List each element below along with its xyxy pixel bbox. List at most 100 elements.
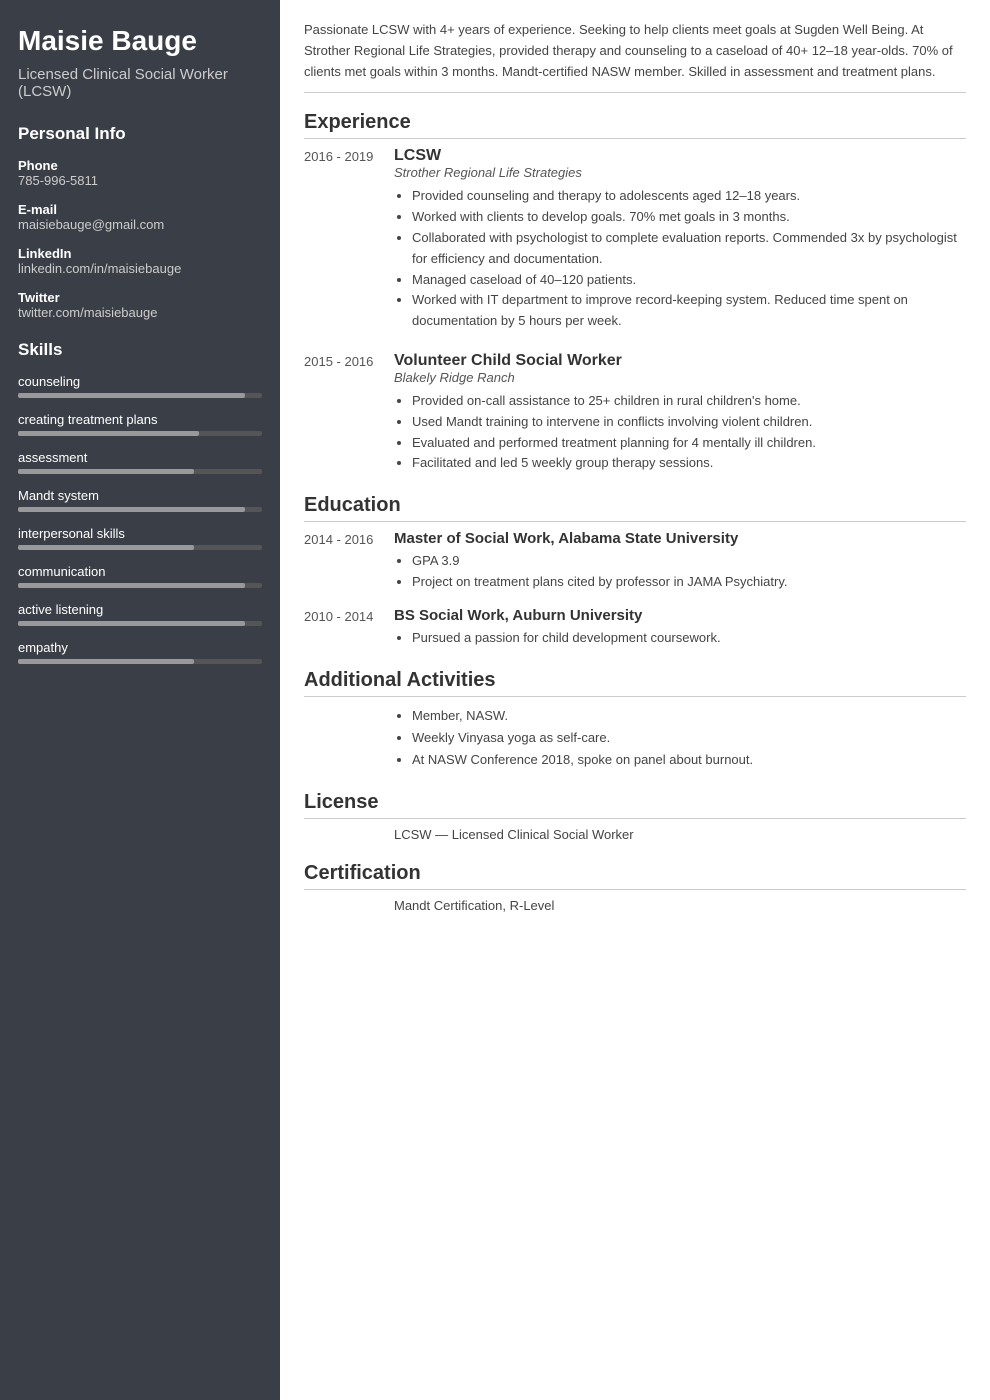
certification-heading: Certification (304, 862, 966, 890)
bullet: Evaluated and performed treatment planni… (412, 433, 966, 454)
skill-item: empathy (18, 640, 262, 664)
skill-name: creating treatment plans (18, 412, 262, 427)
email-value: maisiebauge@gmail.com (18, 217, 262, 232)
education-section: Education 2014 - 2016 Master of Social W… (304, 494, 966, 648)
skill-name: interpersonal skills (18, 526, 262, 541)
personal-info-heading: Personal Info (18, 124, 262, 144)
activity-bullet: At NASW Conference 2018, spoke on panel … (412, 749, 966, 771)
phone-value: 785-996-5811 (18, 173, 262, 188)
skill-bar (18, 583, 262, 588)
skill-name: Mandt system (18, 488, 262, 503)
skill-bar-fill (18, 507, 245, 512)
skill-item: assessment (18, 450, 262, 474)
bullet: Pursued a passion for child development … (412, 628, 966, 649)
license-value: LCSW — Licensed Clinical Social Worker (304, 827, 966, 842)
skill-bar-fill (18, 469, 194, 474)
skill-name: active listening (18, 602, 262, 617)
edu-degree: Master of Social Work, Alabama State Uni… (394, 530, 966, 547)
skill-bar-fill (18, 431, 199, 436)
skill-name: counseling (18, 374, 262, 389)
bullet: Facilitated and led 5 weekly group thera… (412, 453, 966, 474)
exp-dates: 2016 - 2019 (304, 147, 394, 332)
twitter-item: Twitter twitter.com/maisiebauge (18, 290, 262, 320)
education-entry: 2014 - 2016 Master of Social Work, Alaba… (304, 530, 966, 593)
skill-bar (18, 507, 262, 512)
exp-job-title: LCSW (394, 147, 966, 165)
sidebar: Maisie Bauge Licensed Clinical Social Wo… (0, 0, 280, 1400)
skill-bar (18, 659, 262, 664)
education-list: 2014 - 2016 Master of Social Work, Alaba… (304, 530, 966, 648)
skill-bar (18, 545, 262, 550)
skill-item: counseling (18, 374, 262, 398)
skill-bar-fill (18, 621, 245, 626)
skills-list: counseling creating treatment plans asse… (18, 374, 262, 664)
exp-company: Blakely Ridge Ranch (394, 370, 966, 385)
exp-content: LCSW Strother Regional Life Strategies P… (394, 147, 966, 332)
education-heading: Education (304, 494, 966, 522)
skill-bar-fill (18, 659, 194, 664)
linkedin-value: linkedin.com/in/maisiebauge (18, 261, 262, 276)
skill-item: interpersonal skills (18, 526, 262, 550)
certification-value: Mandt Certification, R-Level (304, 898, 966, 913)
exp-dates: 2015 - 2016 (304, 352, 394, 474)
edu-content: BS Social Work, Auburn University Pursue… (394, 607, 966, 649)
skill-item: creating treatment plans (18, 412, 262, 436)
bullet: Collaborated with psychologist to comple… (412, 228, 966, 270)
skill-bar-fill (18, 545, 194, 550)
skill-bar (18, 431, 262, 436)
linkedin-item: LinkedIn linkedin.com/in/maisiebauge (18, 246, 262, 276)
exp-bullets: Provided counseling and therapy to adole… (394, 186, 966, 332)
main-content: Passionate LCSW with 4+ years of experie… (280, 0, 990, 1400)
email-label: E-mail (18, 202, 262, 217)
candidate-name: Maisie Bauge (18, 24, 262, 58)
edu-dates: 2010 - 2014 (304, 607, 394, 649)
bullet: Managed caseload of 40–120 patients. (412, 270, 966, 291)
education-entry: 2010 - 2014 BS Social Work, Auburn Unive… (304, 607, 966, 649)
edu-bullets: Pursued a passion for child development … (394, 628, 966, 649)
certification-section: Certification Mandt Certification, R-Lev… (304, 862, 966, 913)
phone-item: Phone 785-996-5811 (18, 158, 262, 188)
skill-name: communication (18, 564, 262, 579)
exp-job-title: Volunteer Child Social Worker (394, 352, 966, 370)
edu-dates: 2014 - 2016 (304, 530, 394, 593)
activities-section: Additional Activities Member, NASW.Weekl… (304, 669, 966, 771)
bullet: GPA 3.9 (412, 551, 966, 572)
experience-heading: Experience (304, 111, 966, 139)
twitter-value: twitter.com/maisiebauge (18, 305, 262, 320)
skill-bar-fill (18, 583, 245, 588)
activities-heading: Additional Activities (304, 669, 966, 697)
skill-name: empathy (18, 640, 262, 655)
experience-list: 2016 - 2019 LCSW Strother Regional Life … (304, 147, 966, 474)
bullet: Worked with IT department to improve rec… (412, 290, 966, 332)
skills-heading: Skills (18, 340, 262, 360)
skill-name: assessment (18, 450, 262, 465)
linkedin-label: LinkedIn (18, 246, 262, 261)
edu-content: Master of Social Work, Alabama State Uni… (394, 530, 966, 593)
summary: Passionate LCSW with 4+ years of experie… (304, 20, 966, 93)
skill-bar (18, 469, 262, 474)
skill-item: Mandt system (18, 488, 262, 512)
bullet: Worked with clients to develop goals. 70… (412, 207, 966, 228)
activities-list: Member, NASW.Weekly Vinyasa yoga as self… (394, 705, 966, 771)
license-section: License LCSW — Licensed Clinical Social … (304, 791, 966, 842)
experience-entry: 2015 - 2016 Volunteer Child Social Worke… (304, 352, 966, 474)
twitter-label: Twitter (18, 290, 262, 305)
activity-bullet: Weekly Vinyasa yoga as self-care. (412, 727, 966, 749)
candidate-title: Licensed Clinical Social Worker (LCSW) (18, 66, 262, 100)
bullet: Provided counseling and therapy to adole… (412, 186, 966, 207)
exp-company: Strother Regional Life Strategies (394, 165, 966, 180)
bullet: Project on treatment plans cited by prof… (412, 572, 966, 593)
edu-bullets: GPA 3.9Project on treatment plans cited … (394, 551, 966, 593)
skill-item: communication (18, 564, 262, 588)
bullet: Provided on-call assistance to 25+ child… (412, 391, 966, 412)
license-heading: License (304, 791, 966, 819)
activity-bullet: Member, NASW. (412, 705, 966, 727)
skill-bar (18, 393, 262, 398)
phone-label: Phone (18, 158, 262, 173)
exp-bullets: Provided on-call assistance to 25+ child… (394, 391, 966, 474)
skill-item: active listening (18, 602, 262, 626)
activities-content: Member, NASW.Weekly Vinyasa yoga as self… (304, 705, 966, 771)
skill-bar-fill (18, 393, 245, 398)
skill-bar (18, 621, 262, 626)
edu-degree: BS Social Work, Auburn University (394, 607, 966, 624)
